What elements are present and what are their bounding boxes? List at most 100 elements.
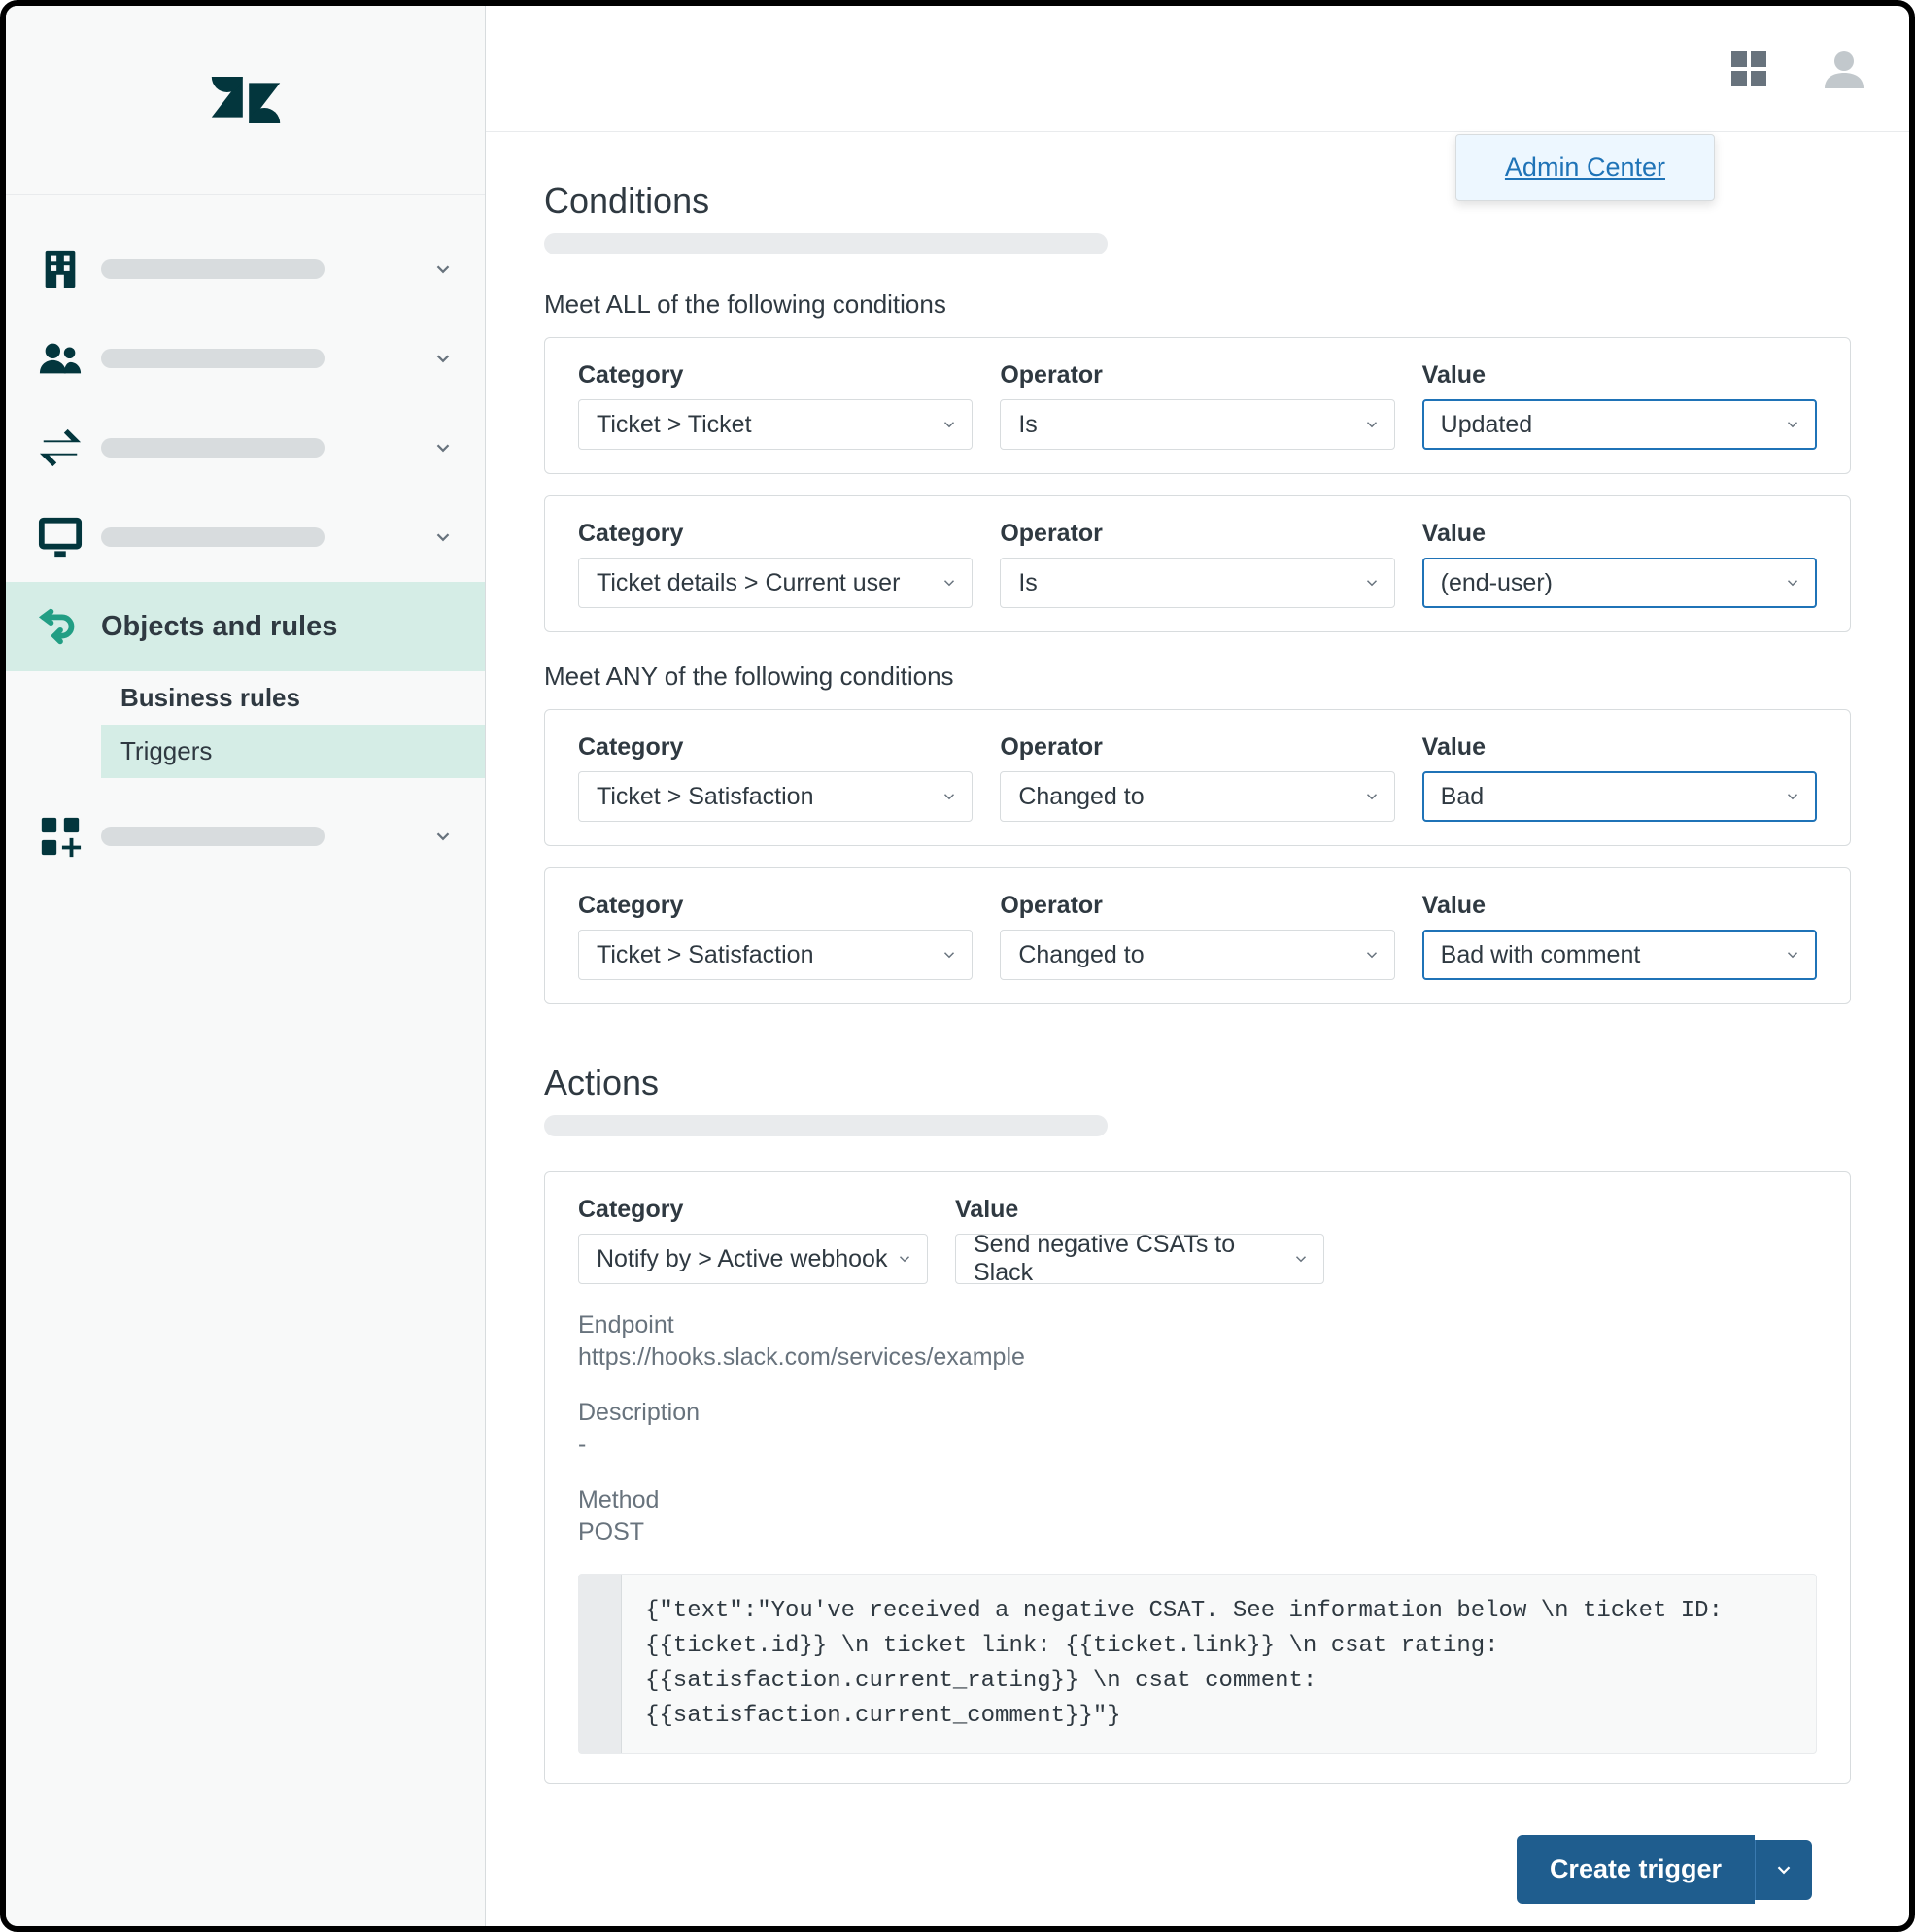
chevron-down-icon xyxy=(940,416,958,433)
select-value: Send negative CSATs to Slack xyxy=(974,1231,1284,1287)
code-content: {"text":"You've received a negative CSAT… xyxy=(622,1575,1816,1753)
apps-grid-icon[interactable] xyxy=(1723,43,1775,95)
chevron-down-icon xyxy=(428,254,458,284)
select-value: Updated xyxy=(1441,411,1533,439)
conditions-any-label: Meet ANY of the following conditions xyxy=(544,661,1851,692)
people-icon xyxy=(33,331,87,386)
select-value: Changed to xyxy=(1018,941,1144,969)
sidebar-item-people[interactable] xyxy=(6,314,485,403)
chevron-down-icon xyxy=(940,946,958,964)
chevron-down-icon xyxy=(1363,946,1381,964)
endpoint-label: Endpoint xyxy=(578,1311,1817,1339)
col-operator-label: Operator xyxy=(1000,733,1394,762)
chevron-down-icon xyxy=(1784,946,1801,964)
category-select[interactable]: Ticket > Ticket xyxy=(578,399,973,450)
chevron-down-icon xyxy=(428,433,458,462)
chevron-down-icon xyxy=(1363,788,1381,805)
admin-center-popover: Admin Center xyxy=(1455,134,1715,201)
select-value: Is xyxy=(1018,569,1037,597)
sidebar-sub-triggers[interactable]: Triggers xyxy=(101,725,485,778)
arrows-swap-icon xyxy=(33,421,87,475)
select-value: Ticket > Satisfaction xyxy=(597,941,813,969)
code-gutter xyxy=(579,1575,622,1753)
sidebar-header xyxy=(6,6,485,195)
col-category-label: Category xyxy=(578,1196,928,1224)
col-operator-label: Operator xyxy=(1000,892,1394,920)
sidebar-item-workspaces[interactable] xyxy=(6,492,485,582)
col-category-label: Category xyxy=(578,361,973,390)
chevron-down-icon xyxy=(940,574,958,592)
chevron-down-icon xyxy=(1784,416,1801,433)
select-value: Ticket details > Current user xyxy=(597,569,900,597)
value-select[interactable]: Bad xyxy=(1422,771,1817,822)
select-value: Is xyxy=(1018,411,1037,439)
category-select[interactable]: Ticket > Satisfaction xyxy=(578,930,973,980)
sidebar-sub-business-rules[interactable]: Business rules xyxy=(101,671,485,725)
endpoint-value: https://hooks.slack.com/services/example xyxy=(578,1343,1817,1372)
chevron-down-icon xyxy=(1363,416,1381,433)
condition-row: Category Ticket details > Current user O… xyxy=(544,495,1851,632)
sidebar-item-objects-rules[interactable]: Objects and rules xyxy=(6,582,485,671)
sidebar-item-apps[interactable] xyxy=(6,792,485,881)
nav-label-placeholder xyxy=(101,349,325,368)
nav-label-placeholder xyxy=(101,527,325,547)
chevron-down-icon xyxy=(428,523,458,552)
user-avatar-icon[interactable] xyxy=(1818,43,1870,95)
create-trigger-split-button[interactable] xyxy=(1755,1840,1812,1900)
main: Admin Center Conditions Meet ALL of the … xyxy=(486,6,1909,1926)
method-label: Method xyxy=(578,1486,1817,1514)
col-value-label: Value xyxy=(955,1196,1324,1224)
operator-select[interactable]: Changed to xyxy=(1000,771,1394,822)
chevron-down-icon xyxy=(428,344,458,373)
category-select[interactable]: Ticket details > Current user xyxy=(578,558,973,608)
operator-select[interactable]: Changed to xyxy=(1000,930,1394,980)
conditions-all-label: Meet ALL of the following conditions xyxy=(544,289,1851,320)
sidebar-item-channels[interactable] xyxy=(6,403,485,492)
col-operator-label: Operator xyxy=(1000,361,1394,390)
action-value-select[interactable]: Send negative CSATs to Slack xyxy=(955,1234,1324,1284)
routing-icon xyxy=(33,599,87,654)
value-select[interactable]: (end-user) xyxy=(1422,558,1817,608)
sidebar-subnav: Business rules Triggers xyxy=(6,671,485,778)
select-value: Changed to xyxy=(1018,783,1144,811)
col-value-label: Value xyxy=(1422,361,1817,390)
admin-center-link[interactable]: Admin Center xyxy=(1505,153,1665,182)
chevron-down-icon xyxy=(1363,574,1381,592)
sidebar-item-account[interactable] xyxy=(6,224,485,314)
conditions-desc-placeholder xyxy=(544,233,1108,254)
chevron-down-icon xyxy=(1784,574,1801,592)
topbar xyxy=(486,6,1909,132)
chevron-down-icon xyxy=(1773,1859,1795,1881)
action-row: Category Notify by > Active webhook Valu… xyxy=(544,1171,1851,1784)
select-value: Notify by > Active webhook xyxy=(597,1245,887,1273)
action-category-select[interactable]: Notify by > Active webhook xyxy=(578,1234,928,1284)
col-category-label: Category xyxy=(578,733,973,762)
chevron-down-icon xyxy=(1784,788,1801,805)
select-value: Bad xyxy=(1441,783,1484,811)
zendesk-logo-icon xyxy=(207,61,285,139)
nav-label-placeholder xyxy=(101,259,325,279)
content: Conditions Meet ALL of the following con… xyxy=(486,132,1909,1926)
value-select[interactable]: Bad with comment xyxy=(1422,930,1817,980)
chevron-down-icon xyxy=(940,788,958,805)
request-body-editor[interactable]: {"text":"You've received a negative CSAT… xyxy=(578,1574,1817,1754)
chevron-down-icon xyxy=(1292,1250,1310,1268)
operator-select[interactable]: Is xyxy=(1000,399,1394,450)
footer: Create trigger xyxy=(544,1806,1851,1926)
col-value-label: Value xyxy=(1422,892,1817,920)
value-select[interactable]: Updated xyxy=(1422,399,1817,450)
select-value: (end-user) xyxy=(1441,569,1553,597)
operator-select[interactable]: Is xyxy=(1000,558,1394,608)
chevron-down-icon xyxy=(428,822,458,851)
nav-label: Objects and rules xyxy=(101,611,337,643)
sidebar-nav: Objects and rules Business rules Trigger… xyxy=(6,195,485,1926)
select-value: Bad with comment xyxy=(1441,941,1641,969)
monitor-icon xyxy=(33,510,87,564)
sidebar: Objects and rules Business rules Trigger… xyxy=(6,6,486,1926)
category-select[interactable]: Ticket > Satisfaction xyxy=(578,771,973,822)
chevron-down-icon xyxy=(896,1250,913,1268)
actions-title: Actions xyxy=(544,1063,1851,1103)
create-trigger-button[interactable]: Create trigger xyxy=(1517,1835,1755,1904)
nav-label-placeholder xyxy=(101,827,325,846)
select-value: Ticket > Ticket xyxy=(597,411,752,439)
